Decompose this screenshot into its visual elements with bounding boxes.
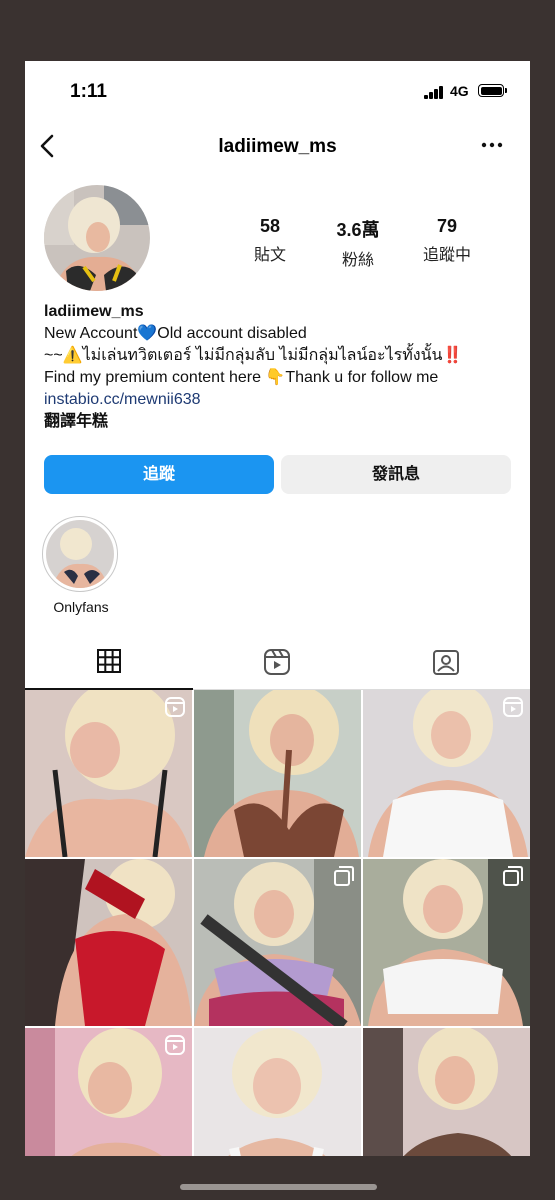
- reels-badge-icon: [165, 1035, 185, 1055]
- translate-link[interactable]: 翻譯年糕: [44, 411, 514, 433]
- profile-tabs: [25, 634, 530, 690]
- stat-posts[interactable]: 58 貼文: [225, 216, 315, 265]
- reels-icon: [264, 649, 290, 675]
- grid-icon: [97, 649, 121, 673]
- post-thumbnail[interactable]: [194, 1028, 361, 1156]
- highlight-cover: [46, 520, 114, 588]
- viewer-scroll-bar: [180, 1184, 377, 1190]
- post-thumbnail[interactable]: [25, 690, 192, 857]
- signal-icon: [424, 86, 444, 99]
- post-thumbnail[interactable]: [194, 690, 361, 857]
- profile-username: ladiimew_ms: [44, 303, 144, 320]
- reels-badge-icon: [503, 697, 523, 717]
- story-highlight[interactable]: Onlyfans: [42, 516, 120, 615]
- more-options-icon[interactable]: [480, 135, 504, 155]
- follow-button[interactable]: 追蹤: [44, 455, 274, 494]
- tab-grid[interactable]: [25, 634, 193, 690]
- stat-label: 貼文: [253, 247, 286, 264]
- status-bar: 1:11 4G: [25, 61, 530, 121]
- post-thumbnail[interactable]: [363, 1028, 530, 1156]
- stat-value: 79: [436, 216, 458, 236]
- bio-line: New Account💙Old account disabled: [44, 325, 307, 342]
- stat-label: 追蹤中: [422, 247, 471, 264]
- post-grid: [25, 690, 530, 1156]
- stat-value: 58: [259, 216, 281, 236]
- post-thumbnail[interactable]: [363, 690, 530, 857]
- post-thumbnail[interactable]: [363, 859, 530, 1026]
- message-button[interactable]: 發訊息: [281, 455, 511, 494]
- status-time: 1:11: [70, 81, 107, 102]
- avatar[interactable]: [44, 185, 150, 291]
- stat-following[interactable]: 79 追蹤中: [402, 216, 492, 265]
- stat-value: 3.6萬: [336, 220, 380, 240]
- highlight-label: Onlyfans: [53, 599, 109, 615]
- bio-line: ~~⚠️ไม่เล่นทวิตเตอร์ ไม่มีกลุ่มลับ ไม่มี…: [44, 347, 463, 364]
- phone-screen: 1:11 4G ladiimew_ms 58 貼文 3.6萬 粉絲 79 追蹤中…: [25, 61, 530, 1156]
- nav-bar: ladiimew_ms: [25, 123, 530, 169]
- bio-line: Find my premium content here 👇Thank u fo…: [44, 369, 439, 386]
- profile-bio: ladiimew_ms New Account💙Old account disa…: [44, 301, 514, 433]
- tab-tagged[interactable]: [362, 634, 530, 689]
- bio-link[interactable]: instabio.cc/mewnii638: [44, 389, 514, 411]
- tab-reels[interactable]: [193, 634, 361, 689]
- stat-label: 粉絲: [341, 252, 374, 269]
- network-type: 4G: [450, 83, 469, 99]
- tagged-icon: [433, 650, 459, 675]
- highlight-ring: [42, 516, 118, 592]
- multi-photo-icon: [503, 866, 523, 886]
- post-thumbnail[interactable]: [25, 1028, 192, 1156]
- stat-followers[interactable]: 3.6萬 粉絲: [313, 216, 403, 270]
- profile-stats: 58 貼文 3.6萬 粉絲 79 追蹤中: [225, 216, 495, 269]
- post-thumbnail[interactable]: [194, 859, 361, 1026]
- reels-badge-icon: [165, 697, 185, 717]
- multi-photo-icon: [334, 866, 354, 886]
- post-thumbnail[interactable]: [25, 859, 192, 1026]
- page-title: ladiimew_ms: [218, 136, 337, 157]
- battery-icon: [478, 84, 507, 97]
